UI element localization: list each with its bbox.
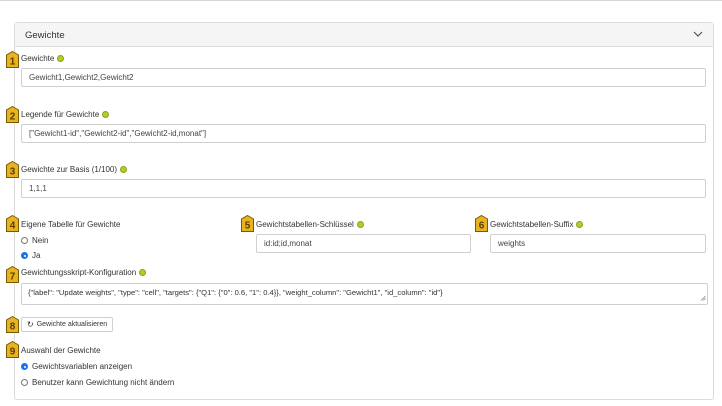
radio-ja[interactable]: Ja xyxy=(21,251,40,260)
step-badge-2: 2 xyxy=(6,106,19,123)
basis-label: Gewichte zur Basis (1/100) xyxy=(21,165,128,174)
schluessel-label-text: Gewichtstabellen-Schlüssel xyxy=(256,220,354,229)
radio-circle[interactable] xyxy=(21,379,28,386)
radio-circle-selected[interactable] xyxy=(21,363,28,370)
radio-benutzer-nicht-aendern[interactable]: Benutzer kann Gewichtung nicht ändern xyxy=(21,378,174,387)
basis-value: 1,1,1 xyxy=(29,184,47,193)
step-badge-4: 4 xyxy=(6,215,19,232)
radio-benutzer-label: Benutzer kann Gewichtung nicht ändern xyxy=(32,378,175,387)
radio-nein-label: Nein xyxy=(32,236,49,245)
help-icon[interactable] xyxy=(356,221,364,228)
badge-number: 3 xyxy=(10,167,16,178)
suffix-value: weights xyxy=(498,239,526,248)
gewichte-label-text: Gewichte xyxy=(21,54,55,63)
refresh-icon: ↻ xyxy=(27,319,34,329)
chevron-down-icon[interactable] xyxy=(693,30,703,40)
skript-label: Gewichtungsskript-Konfiguration xyxy=(21,268,147,277)
help-icon[interactable] xyxy=(139,269,147,276)
badge-number: 5 xyxy=(245,221,251,232)
radio-nein[interactable]: Nein xyxy=(21,236,48,245)
auswahl-label-text: Auswahl der Gewichte xyxy=(21,346,101,355)
radio-circle[interactable] xyxy=(21,237,28,244)
help-icon[interactable] xyxy=(120,166,128,173)
suffix-input[interactable]: weights xyxy=(490,234,706,253)
basis-input[interactable]: 1,1,1 xyxy=(21,179,706,198)
badge-number: 2 xyxy=(10,112,16,123)
suffix-label: Gewichtstabellen-Suffix xyxy=(490,220,584,229)
legende-value: ["Gewicht1-id","Gewicht2-id","Gewicht2-i… xyxy=(29,129,207,138)
skript-textarea[interactable]: {"label": "Update weights", "type": "cel… xyxy=(21,283,708,305)
skript-value: {"label": "Update weights", "type": "cel… xyxy=(28,288,443,297)
badge-number: 8 xyxy=(10,322,16,333)
help-icon[interactable] xyxy=(576,221,584,228)
update-weights-label: Gewichte aktualisieren xyxy=(36,321,108,328)
radio-ja-label: Ja xyxy=(32,251,41,260)
step-badge-5: 5 xyxy=(241,215,254,232)
top-divider xyxy=(0,0,722,1)
gewichte-label: Gewichte xyxy=(21,54,65,63)
schluessel-label: Gewichtstabellen-Schlüssel xyxy=(256,220,364,229)
badge-number: 1 xyxy=(10,57,16,68)
resize-grip-icon[interactable] xyxy=(700,294,706,303)
legende-input[interactable]: ["Gewicht1-id","Gewicht2-id","Gewicht2-i… xyxy=(21,124,706,143)
step-badge-3: 3 xyxy=(6,161,19,178)
schluessel-value: id:id;id,monat xyxy=(264,239,312,248)
help-icon[interactable] xyxy=(57,55,65,62)
legende-label: Legende für Gewichte xyxy=(21,110,110,119)
basis-label-text: Gewichte zur Basis (1/100) xyxy=(21,165,118,174)
step-badge-8: 8 xyxy=(6,316,19,333)
panel-title: Gewichte xyxy=(25,30,65,41)
badge-number: 4 xyxy=(10,221,16,232)
step-badge-9: 9 xyxy=(6,341,19,358)
schluessel-input[interactable]: id:id;id,monat xyxy=(256,234,471,253)
badge-number: 6 xyxy=(479,221,485,232)
help-icon[interactable] xyxy=(102,111,110,118)
radio-gewichtsvariablen-anzeigen[interactable]: Gewichtsvariablen anzeigen xyxy=(21,362,132,371)
radio-circle-selected[interactable] xyxy=(21,252,28,259)
step-badge-6: 6 xyxy=(475,215,488,232)
badge-number: 9 xyxy=(10,347,16,358)
suffix-label-text: Gewichtstabellen-Suffix xyxy=(490,220,574,229)
eigene-tabelle-label-text: Eigene Tabelle für Gewichte xyxy=(21,220,121,229)
skript-label-text: Gewichtungsskript-Konfiguration xyxy=(21,268,137,277)
auswahl-label: Auswahl der Gewichte xyxy=(21,346,101,355)
gewichte-value: Gewicht1,Gewicht2,Gewicht2 xyxy=(29,73,134,82)
legende-label-text: Legende für Gewichte xyxy=(21,110,100,119)
step-badge-1: 1 xyxy=(6,51,19,68)
gewichte-input[interactable]: Gewicht1,Gewicht2,Gewicht2 xyxy=(21,68,706,87)
step-badge-7: 7 xyxy=(6,266,19,283)
badge-number: 7 xyxy=(10,272,16,283)
panel-header[interactable]: Gewichte xyxy=(15,23,713,47)
eigene-tabelle-label: Eigene Tabelle für Gewichte xyxy=(21,220,120,229)
update-weights-button[interactable]: ↻ Gewichte aktualisieren xyxy=(21,317,114,332)
radio-gewichtsvariablen-label: Gewichtsvariablen anzeigen xyxy=(32,362,133,371)
